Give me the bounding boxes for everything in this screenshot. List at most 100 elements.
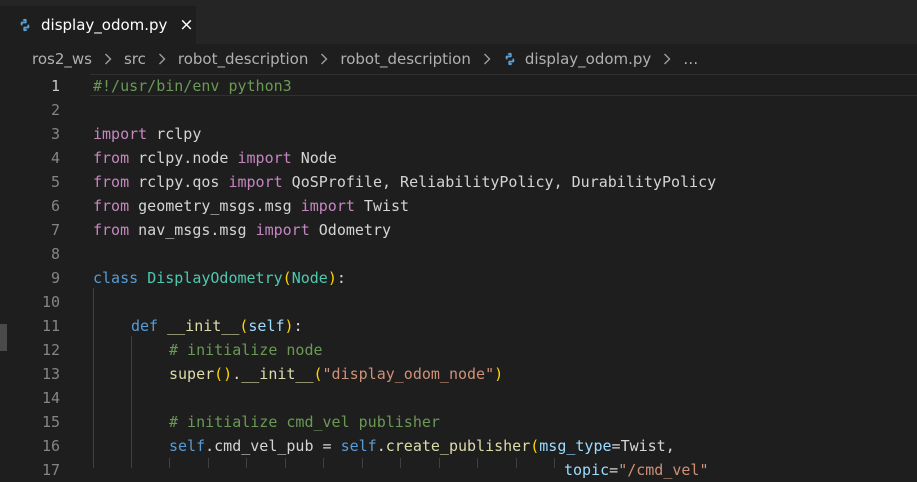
self-keyword: self — [340, 437, 377, 455]
code-token: nav_msgs.msg — [129, 221, 256, 239]
code-line-10: 10 — [0, 290, 917, 314]
code-line-6: 6 from geometry_msgs.msg import Twist — [0, 194, 917, 218]
bracket: ) — [284, 317, 294, 335]
breadcrumb-more[interactable]: … — [683, 50, 698, 68]
line-number: 1 — [50, 77, 60, 95]
tab-display-odom[interactable]: display_odom.py × — [0, 6, 196, 44]
line-number: 13 — [41, 365, 60, 383]
keyword: import — [228, 173, 283, 191]
code-line-15: 15 # initialize cmd_vel publisher — [0, 410, 917, 434]
code-token: rclpy.qos — [129, 173, 229, 191]
shebang: #!/usr/bin/env python3 — [93, 77, 292, 95]
class-name: Node — [291, 269, 328, 287]
bracket: ( — [530, 437, 540, 455]
class-name: DisplayOdometry — [147, 269, 283, 287]
close-icon[interactable]: × — [179, 16, 193, 34]
breadcrumb-item-file[interactable]: display_odom.py — [503, 50, 651, 68]
code-text: from nav_msgs.msg import Odometry — [93, 218, 391, 242]
code-line-12: 12 # initialize node — [0, 338, 917, 362]
keyword: import — [93, 125, 148, 143]
code-token: .cmd_vel_pub = — [205, 437, 341, 455]
keyword: from — [93, 173, 130, 191]
keyword: from — [93, 197, 130, 215]
line-number: 5 — [50, 173, 60, 191]
code-token: = — [611, 437, 621, 455]
keyword: from — [93, 149, 130, 167]
string-literal: "display_odom_node" — [322, 365, 495, 383]
keyword: import — [300, 197, 355, 215]
code-text: self.cmd_vel_pub = self.create_publisher… — [169, 434, 675, 458]
bracket: ( — [282, 269, 292, 287]
keyword: import — [237, 149, 292, 167]
code-token: Node — [291, 149, 337, 167]
code-token: rclpy.node — [129, 149, 238, 167]
python-file-icon — [505, 52, 515, 66]
line-number: 11 — [41, 317, 60, 335]
code-line-13: 13 super().__init__("display_odom_node") — [0, 362, 917, 386]
code-token: . — [376, 437, 386, 455]
chevron-right-icon — [663, 53, 671, 65]
line-number: 16 — [41, 437, 60, 455]
breadcrumb-file-label: display_odom.py — [524, 50, 652, 68]
code-text: from rclpy.qos import QoSProfile, Reliab… — [93, 170, 716, 194]
breadcrumb-item-robot-description[interactable]: robot_description — [178, 50, 309, 68]
tab-label: display_odom.py — [41, 16, 168, 34]
comment: # initialize node — [169, 341, 323, 359]
code-line-4: 4 from rclpy.node import Node — [0, 146, 917, 170]
chevron-right-icon — [320, 53, 328, 65]
keyword: import — [255, 221, 310, 239]
line-number: 10 — [41, 293, 60, 311]
bracket: ( — [313, 365, 323, 383]
chevron-right-icon — [158, 53, 166, 65]
code-text: topic="/cmd_vel" — [564, 458, 709, 482]
self-keyword: self — [169, 437, 206, 455]
bracket: () — [214, 365, 233, 383]
bracket: ) — [327, 269, 337, 287]
code-text: from geometry_msgs.msg import Twist — [93, 194, 409, 218]
code-token: geometry_msgs.msg — [129, 197, 301, 215]
string-literal: "/cmd_vel" — [618, 461, 709, 479]
parameter: topic — [564, 461, 610, 479]
bracket: ) — [494, 365, 504, 383]
code-token: : — [293, 317, 303, 335]
code-line-9: 9 class DisplayOdometry(Node): — [0, 266, 917, 290]
code-token: : — [336, 269, 346, 287]
line-number: 6 — [50, 197, 60, 215]
keyword: class — [93, 269, 139, 287]
line-number: 2 — [50, 101, 60, 119]
line-number: 7 — [50, 221, 60, 239]
breadcrumb: ros2_ws src robot_description robot_desc… — [0, 44, 917, 74]
code-token: = — [609, 461, 619, 479]
chevron-right-icon — [104, 53, 112, 65]
code-line-11: 11 def __init__(self): — [0, 314, 917, 338]
code-line-7: 7 from nav_msgs.msg import Odometry — [0, 218, 917, 242]
breadcrumb-item-robot-description-2[interactable]: robot_description — [340, 50, 471, 68]
keyword: from — [93, 221, 130, 239]
line-number: 14 — [41, 389, 60, 407]
line-number: 8 — [50, 245, 60, 263]
breadcrumb-item-ros2-ws[interactable]: ros2_ws — [32, 50, 92, 68]
line-number: 12 — [41, 341, 60, 359]
code-token: . — [232, 365, 242, 383]
code-text: #!/usr/bin/env python3 — [93, 74, 292, 98]
code-text: super().__init__("display_odom_node") — [169, 362, 503, 386]
comment: # initialize cmd_vel publisher — [169, 413, 440, 431]
code-line-3: 3 import rclpy — [0, 122, 917, 146]
keyword: def — [131, 317, 159, 335]
code-line-5: 5 from rclpy.qos import QoSProfile, Reli… — [0, 170, 917, 194]
code-text: # initialize node — [169, 338, 323, 362]
code-line-8: 8 — [0, 242, 917, 266]
function-name: create_publisher — [385, 437, 531, 455]
code-token: Odometry — [309, 221, 392, 239]
line-number: 15 — [41, 413, 60, 431]
python-file-icon — [20, 18, 30, 32]
breadcrumb-item-src[interactable]: src — [124, 50, 146, 68]
parameter: self — [248, 317, 285, 335]
code-token: Twist — [354, 197, 410, 215]
code-text: class DisplayOdometry(Node): — [93, 266, 346, 290]
code-text: from rclpy.node import Node — [93, 146, 337, 170]
code-text: import rclpy — [93, 122, 201, 146]
code-line-14: 14 — [0, 386, 917, 410]
line-number: 3 — [50, 125, 60, 143]
code-editor[interactable]: 1 #!/usr/bin/env python3 2 3 import rclp… — [0, 74, 917, 479]
